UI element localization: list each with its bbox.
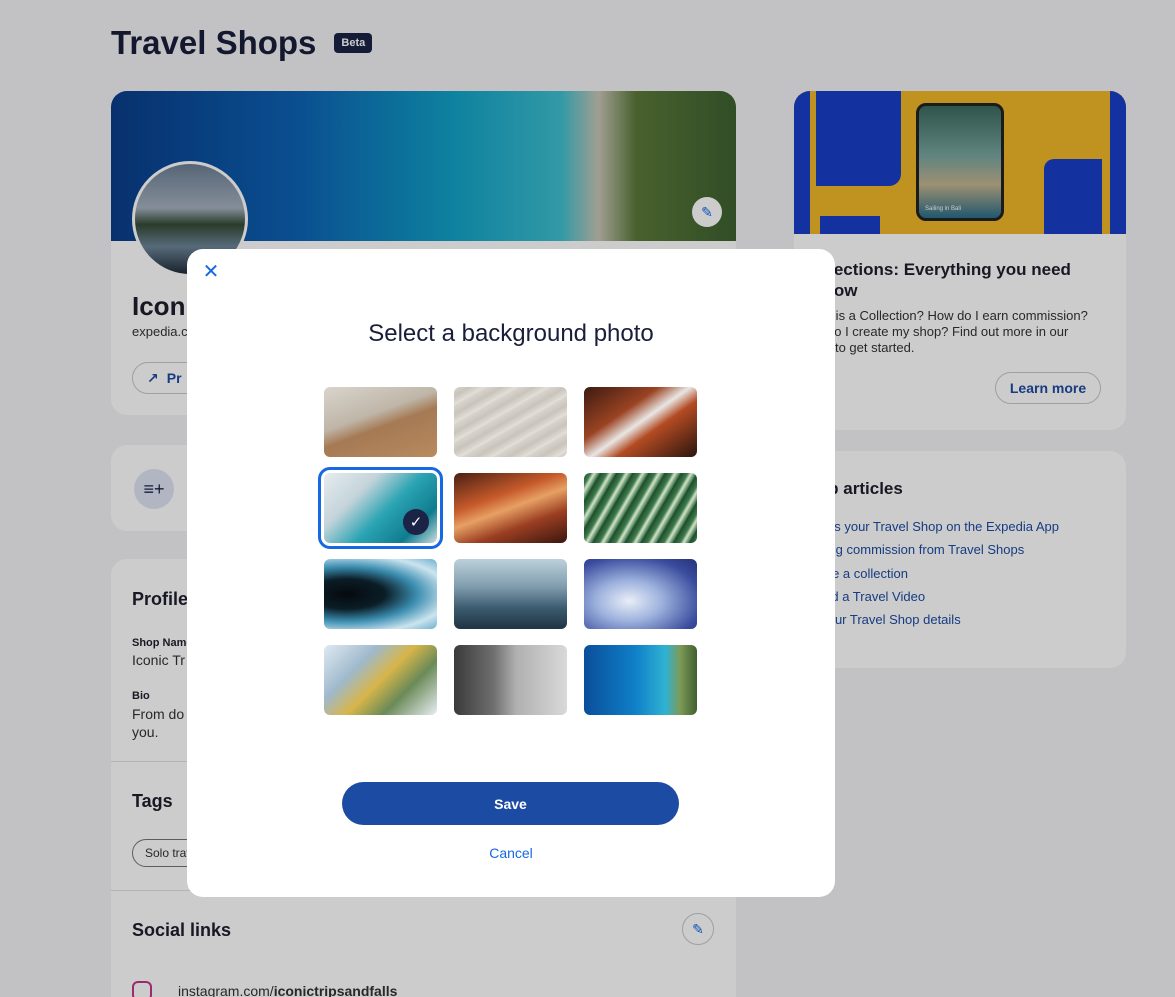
canyon-orange-photo[interactable] — [584, 387, 697, 457]
beach-sand-photo[interactable] — [324, 387, 437, 457]
blue-clouds-photo[interactable] — [584, 559, 697, 629]
close-icon[interactable]: ✕ — [199, 259, 223, 283]
grey-rock-photo[interactable] — [454, 645, 567, 715]
background-photo-dialog: ✕ Select a background photo ✓ Save Cance… — [187, 249, 835, 897]
antelope-canyon-photo[interactable] — [454, 473, 567, 543]
dialog-title: Select a background photo — [368, 320, 654, 347]
sand-dunes-photo[interactable] — [454, 387, 567, 457]
cancel-button[interactable]: Cancel — [187, 845, 835, 861]
green-leaves-photo[interactable] — [584, 473, 697, 543]
ice-cave-photo[interactable] — [324, 559, 437, 629]
glacier-teal-photo[interactable]: ✓ — [318, 467, 443, 549]
misty-mountains-photo[interactable] — [454, 559, 567, 629]
coastline-aerial-photo[interactable] — [584, 645, 697, 715]
yellow-flowers-photo[interactable] — [324, 645, 437, 715]
save-button[interactable]: Save — [342, 782, 679, 825]
checkmark-icon: ✓ — [403, 509, 429, 535]
photo-grid: ✓ — [318, 387, 697, 715]
